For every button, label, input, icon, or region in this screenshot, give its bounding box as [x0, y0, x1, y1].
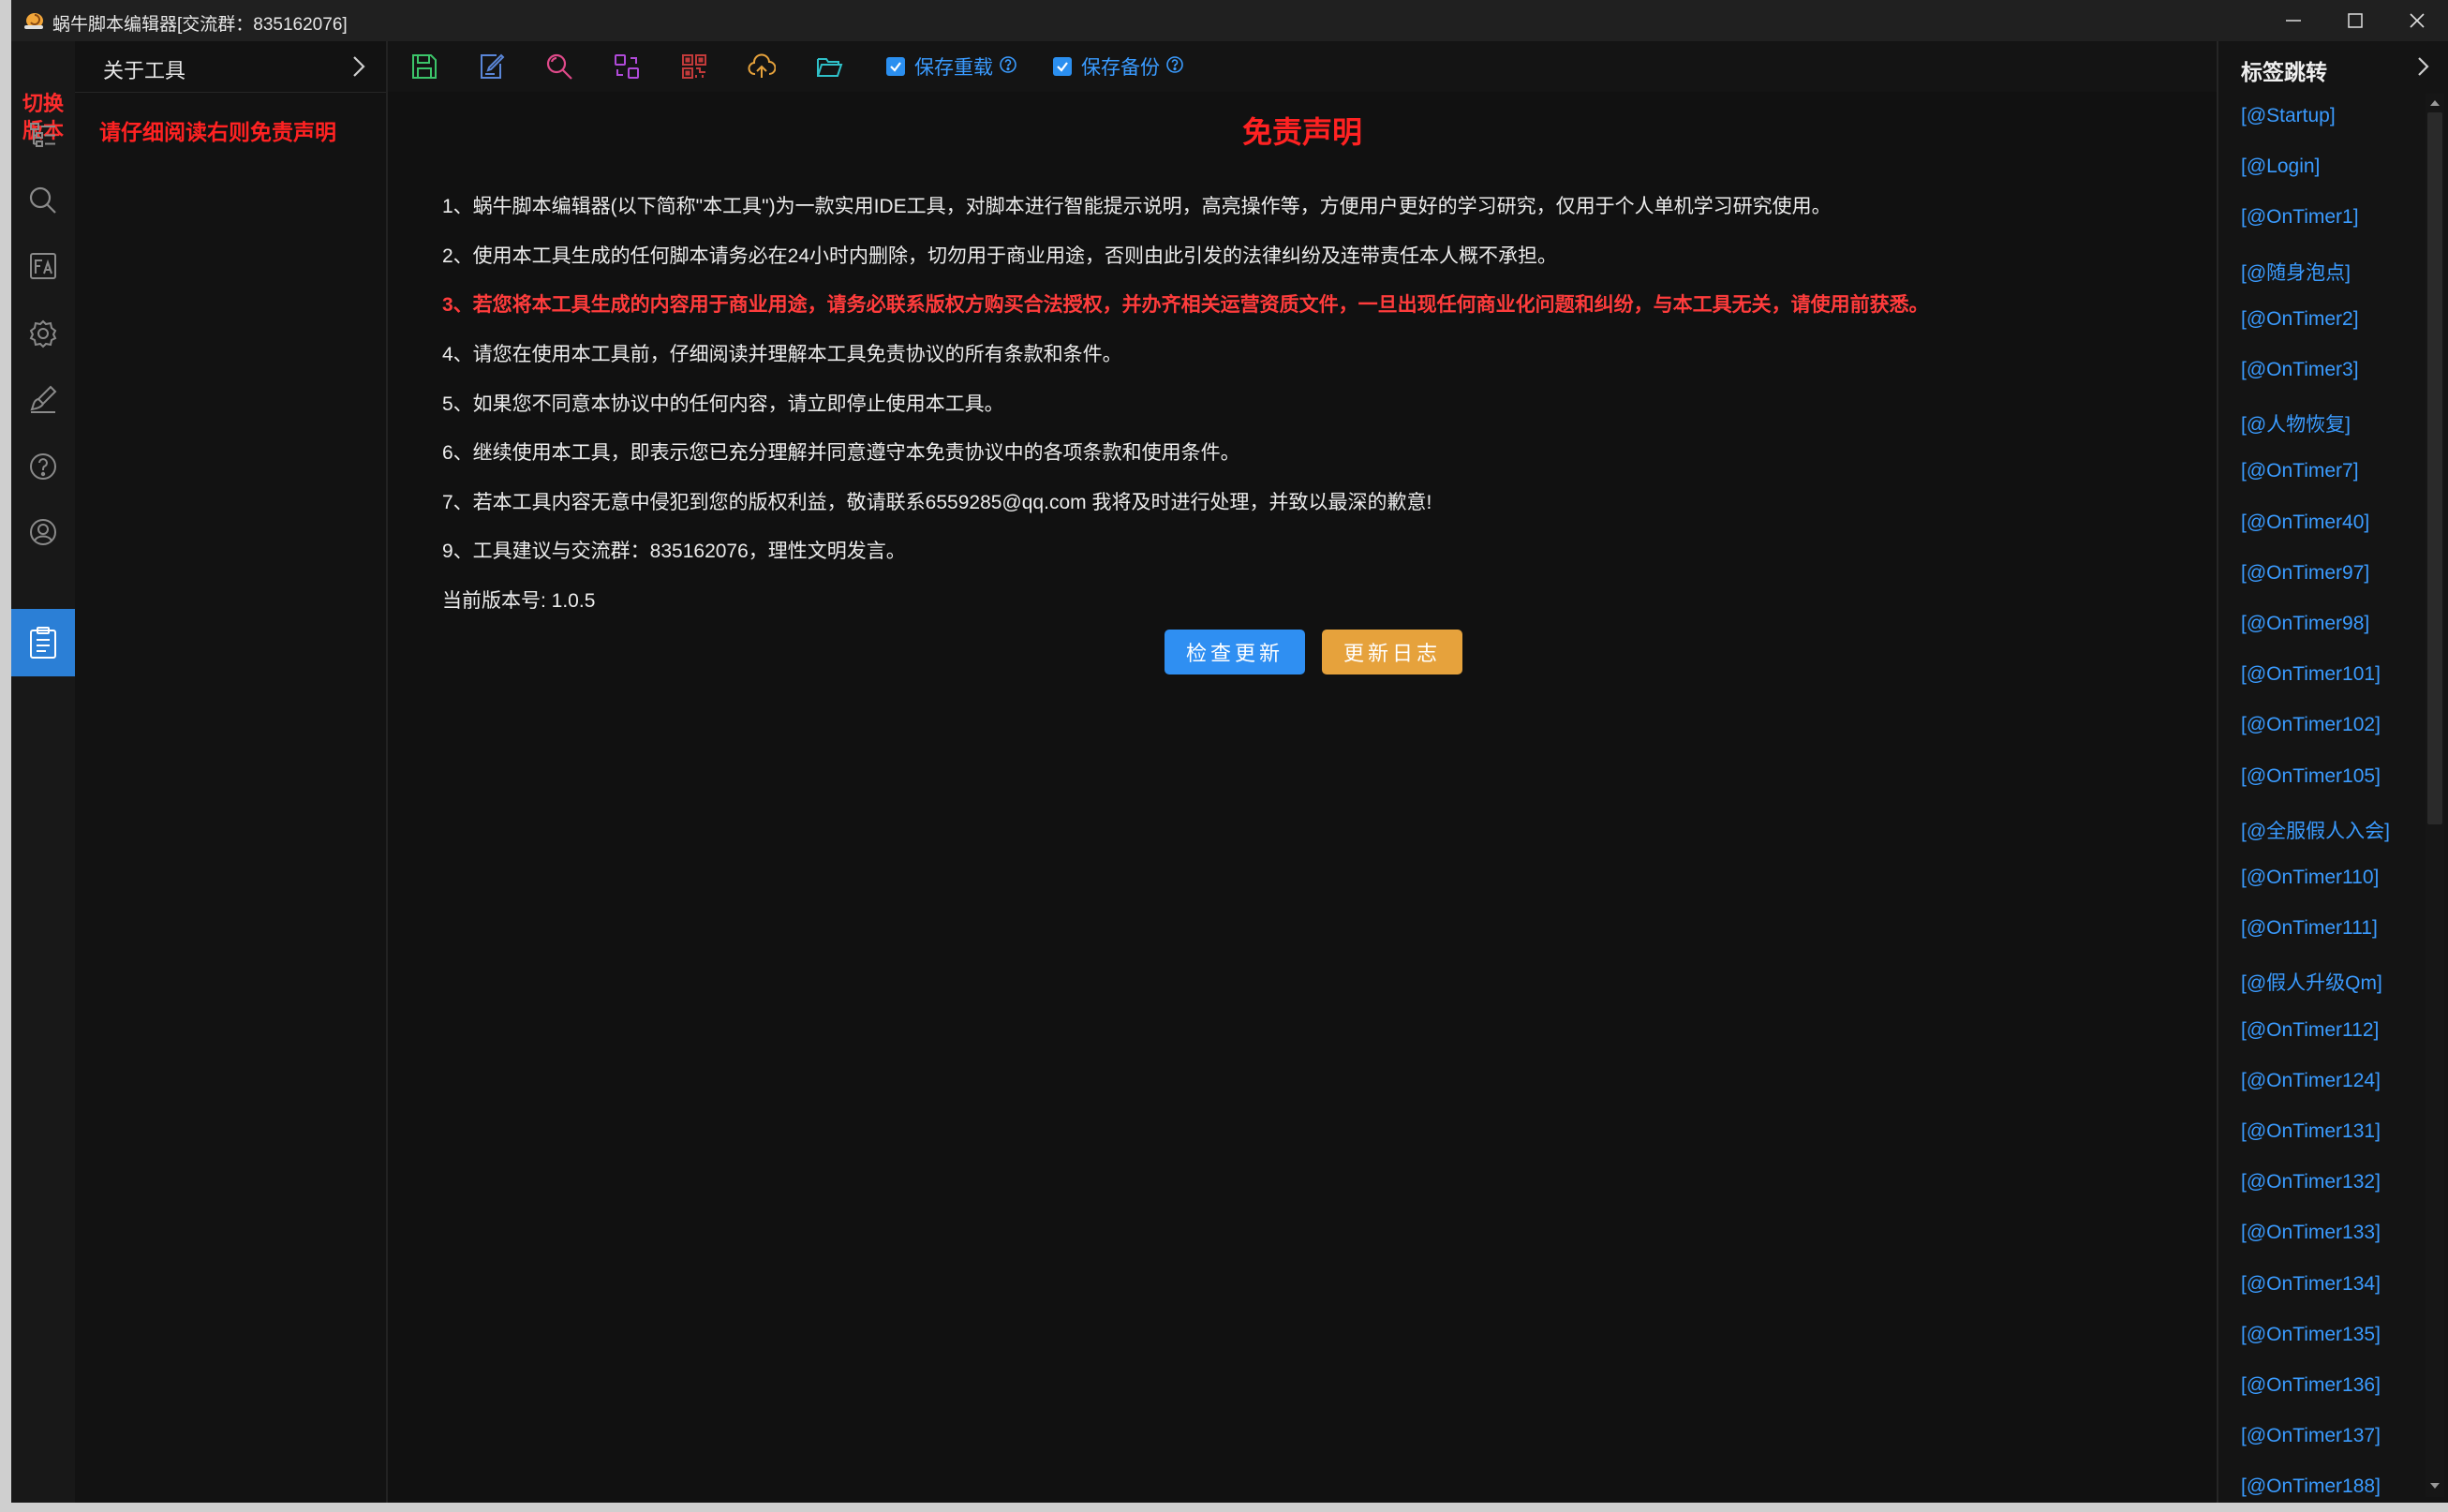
qr-icon[interactable]	[678, 51, 710, 82]
bookmark-link[interactable]: [@OnTimer110]	[2241, 867, 2379, 889]
bookmark-link[interactable]: [@OnTimer132]	[2241, 1171, 2381, 1193]
app-window: 蜗牛脚本编辑器[交流群：835162076] 切换 版本 关于工具 请仔细阅读右…	[11, 0, 2448, 1503]
disclaimer-paragraph-warning: 3、若您将本工具生成的内容用于商业用途，请务必联系版权方购买合法授权，并办齐相关…	[442, 294, 1929, 316]
disclaimer-paragraph: 2、使用本工具生成的任何脚本请务必在24小时内删除，切勿用于商业用途，否则由此引…	[442, 245, 1558, 267]
bookmark-link[interactable]: [@OnTimer135]	[2241, 1324, 2381, 1346]
bookmark-link[interactable]: [@OnTimer40]	[2241, 511, 2369, 534]
disclaimer-paragraph: 6、继续使用本工具，即表示您已充分理解并同意遵守本免责协议中的各项条款和使用条件…	[442, 442, 1240, 464]
disclaimer-paragraph: 5、如果您不同意本协议中的任何内容，请立即停止使用本工具。	[442, 393, 1004, 415]
help-icon[interactable]	[24, 448, 62, 485]
maximize-button[interactable]	[2324, 0, 2386, 41]
bookmark-link[interactable]: [@OnTimer1]	[2241, 206, 2359, 229]
scroll-thumb[interactable]	[2427, 112, 2442, 824]
toolbar: 保存重载 保存备份	[388, 41, 2217, 93]
scroll-down-icon[interactable]	[2429, 1478, 2441, 1495]
about-panel: 关于工具 请仔细阅读右则免责声明	[75, 41, 388, 1503]
save-reload-checkbox[interactable]: 保存重载	[886, 53, 1017, 80]
search-icon[interactable]	[543, 51, 575, 82]
bookmark-list: [@Startup] [@Login] [@OnTimer1] [@随身泡点] [@On…	[2218, 92, 2422, 1503]
switch-version-label-1: 切换	[22, 92, 64, 115]
version-text: 当前版本号: 1.0.5	[442, 590, 596, 612]
checkbox-checked-icon[interactable]	[1053, 57, 1072, 76]
scroll-up-icon[interactable]	[2429, 96, 2441, 112]
compare-icon[interactable]	[611, 51, 643, 82]
bookmark-title: 标签跳转	[2241, 60, 2327, 84]
search-icon[interactable]	[24, 182, 62, 219]
changelog-button[interactable]: 更新日志	[1322, 630, 1462, 674]
bookmark-link[interactable]: [@OnTimer101]	[2241, 663, 2381, 686]
clipboard-icon[interactable]	[11, 609, 75, 676]
bookmark-link[interactable]: [@OnTimer111]	[2241, 917, 2378, 940]
gear-icon[interactable]	[24, 315, 62, 352]
save-icon[interactable]	[408, 51, 440, 82]
disclaimer-title: 免责声明	[1241, 115, 1362, 149]
bookmark-link[interactable]: [@OnTimer97]	[2241, 562, 2369, 585]
bookmark-link[interactable]: [@OnTimer7]	[2241, 460, 2359, 482]
minimize-button[interactable]	[2263, 0, 2324, 41]
bookmark-link[interactable]: [@OnTimer134]	[2241, 1273, 2381, 1296]
bookmark-link[interactable]: [@OnTimer137]	[2241, 1425, 2381, 1447]
bookmark-link[interactable]: [@OnTimer188]	[2241, 1475, 2381, 1498]
bookmark-link[interactable]: [@OnTimer105]	[2241, 765, 2381, 788]
bookmark-link[interactable]: [@Startup]	[2241, 105, 2336, 127]
help-circle-icon[interactable]	[1165, 55, 1184, 79]
panel-notice: 请仔细阅读右则免责声明	[99, 120, 336, 144]
font-icon[interactable]	[24, 247, 62, 285]
bookmark-link[interactable]: [@人物恢复]	[2241, 409, 2351, 437]
user-icon[interactable]	[24, 513, 62, 551]
bookmark-link[interactable]: [@OnTimer3]	[2241, 359, 2359, 381]
disclaimer-paragraph: 1、蜗牛脚本编辑器(以下简称"本工具")为一款实用IDE工具，对脚本进行智能提示…	[442, 196, 1832, 217]
tree-list-icon[interactable]	[24, 116, 62, 154]
bookmark-link[interactable]: [@OnTimer133]	[2241, 1222, 2381, 1244]
disclaimer-content: 免责声明 1、蜗牛脚本编辑器(以下简称"本工具")为一款实用IDE工具，对脚本进…	[388, 92, 2217, 1503]
bookmark-link[interactable]: [@全服假人入会]	[2241, 816, 2390, 844]
bookmark-link[interactable]: [@OnTimer2]	[2241, 308, 2359, 331]
panel-header: 关于工具	[75, 41, 386, 93]
bookmark-link[interactable]: [@假人升级Qm]	[2241, 968, 2382, 996]
bookmark-link[interactable]: [@OnTimer136]	[2241, 1374, 2381, 1397]
disclaimer-paragraph: 4、请您在使用本工具前，仔细阅读并理解本工具免责协议的所有条款和条件。	[442, 344, 1122, 365]
folder-icon[interactable]	[813, 51, 845, 82]
title-bar: 蜗牛脚本编辑器[交流群：835162076]	[11, 0, 2448, 41]
help-circle-icon[interactable]	[999, 55, 1017, 79]
bookmark-link[interactable]: [@OnTimer98]	[2241, 613, 2369, 635]
bookmark-link[interactable]: [@OnTimer102]	[2241, 714, 2381, 736]
left-rail: 切换 版本	[11, 41, 75, 1503]
chevron-right-icon[interactable]	[2414, 54, 2433, 83]
checkbox-checked-icon[interactable]	[886, 57, 905, 76]
cloud-upload-icon[interactable]	[746, 51, 778, 82]
chevron-right-icon[interactable]	[349, 54, 369, 83]
bookmark-link[interactable]: [@随身泡点]	[2241, 258, 2351, 286]
bookmark-link[interactable]: [@Login]	[2241, 156, 2320, 178]
close-button[interactable]	[2386, 0, 2448, 41]
save-backup-label: 保存备份	[1081, 57, 1160, 79]
panel-title: 关于工具	[103, 59, 186, 82]
disclaimer-paragraph: 9、工具建议与交流群：835162076，理性文明发言。	[442, 541, 906, 562]
save-reload-label: 保存重载	[914, 57, 993, 79]
bookmark-header: 标签跳转	[2218, 41, 2448, 92]
snail-app-icon	[22, 9, 45, 32]
bookmark-scrollbar[interactable]	[2426, 94, 2444, 1497]
disclaimer-paragraph: 7、若本工具内容无意中侵犯到您的版权利益，敬请联系6559285@qq.com …	[442, 492, 1432, 513]
brush-icon[interactable]	[24, 380, 62, 418]
edit-icon[interactable]	[476, 51, 508, 82]
bookmark-link[interactable]: [@OnTimer124]	[2241, 1070, 2381, 1092]
save-backup-checkbox[interactable]: 保存备份	[1053, 53, 1184, 80]
bookmark-panel: 标签跳转 [@Startup] [@Login] [@OnTimer1] [@随身泡点…	[2217, 41, 2448, 1503]
window-title: 蜗牛脚本编辑器[交流群：835162076]	[52, 15, 348, 35]
check-update-button[interactable]: 检查更新	[1165, 630, 1305, 674]
bookmark-link[interactable]: [@OnTimer131]	[2241, 1120, 2381, 1143]
bookmark-link[interactable]: [@OnTimer112]	[2241, 1019, 2379, 1042]
